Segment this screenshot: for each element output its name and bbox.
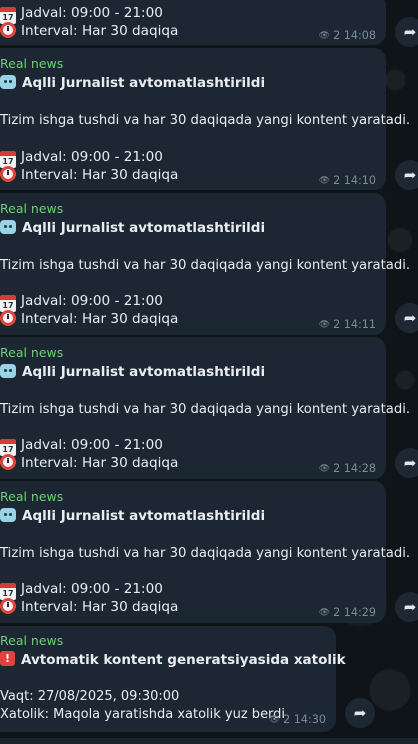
alarm-clock-icon	[0, 166, 16, 182]
schedule-line: 17 Jadval: 09:00 - 21:00	[0, 436, 163, 456]
eye-icon: 👁	[318, 320, 331, 330]
alert-icon	[0, 650, 15, 668]
alarm-clock-icon	[0, 598, 16, 614]
robot-icon	[0, 75, 16, 89]
message-meta: 👁 2 14:28	[319, 460, 376, 478]
eye-icon: 👁	[318, 608, 331, 618]
share-icon: ➦	[403, 598, 417, 616]
time-line: Vaqt: 27/08/2025, 09:30:00	[0, 689, 180, 704]
share-button[interactable]: ➦	[395, 303, 418, 333]
message-meta: 👁 2 14:10	[319, 172, 376, 190]
alarm-clock-icon	[0, 22, 16, 38]
robot-icon	[0, 220, 16, 234]
message-bubble[interactable]: Real news Aqlli Jurnalist avtomatlashtir…	[0, 193, 410, 335]
interval-line: Interval: Har 30 daqiqa	[0, 22, 178, 40]
interval-line: Interval: Har 30 daqiqa	[0, 454, 178, 472]
share-icon: ➦	[353, 704, 367, 722]
schedule-line: 17 Jadval: 09:00 - 21:00	[0, 580, 163, 600]
alarm-clock-icon	[0, 454, 16, 470]
message-body: Tizim ishga tushdi va har 30 daqiqada ya…	[0, 402, 411, 417]
interval-line: Interval: Har 30 daqiqa	[0, 598, 178, 616]
alarm-clock-icon	[0, 310, 16, 326]
bottom-bar	[0, 738, 418, 744]
sender-name[interactable]: Real news	[0, 488, 63, 506]
message-title: Aqlli Jurnalist avtomatlashtirildi	[0, 219, 265, 237]
share-icon: ➦	[403, 309, 417, 327]
message-bubble[interactable]: Real news Avtomatik kontent generatsiyas…	[0, 626, 346, 732]
eye-icon: 👁	[318, 31, 331, 41]
robot-icon	[0, 508, 16, 522]
share-icon: ➦	[403, 166, 417, 184]
message-meta: 👁 2 14:11	[319, 316, 376, 334]
message-title: Aqlli Jurnalist avtomatlashtirildi	[0, 507, 265, 525]
interval-line: Interval: Har 30 daqiqa	[0, 310, 178, 328]
message-meta: 👁 2 14:29	[319, 604, 376, 622]
share-icon: ➦	[403, 454, 417, 472]
error-line: Xatolik: Maqola yaratishda xatolik yuz b…	[0, 707, 286, 722]
schedule-line: 17 Jadval: 09:00 - 21:00	[0, 4, 163, 24]
robot-icon	[0, 364, 16, 378]
message-body: Tizim ishga tushdi va har 30 daqiqada ya…	[0, 113, 411, 128]
message-body: Tizim ishga tushdi va har 30 daqiqada ya…	[0, 546, 411, 561]
message-bubble[interactable]: 17 Jadval: 09:00 - 21:00 Interval: Har 30…	[0, 0, 386, 45]
message-body: Tizim ishga tushdi va har 30 daqiqada ya…	[0, 258, 411, 273]
message-title: Aqlli Jurnalist avtomatlashtirildi	[0, 74, 265, 92]
eye-icon: 👁	[268, 715, 281, 725]
message-title: Avtomatik kontent generatsiyasida xatoli…	[0, 650, 346, 669]
schedule-line: 17 Jadval: 09:00 - 21:00	[0, 148, 163, 168]
eye-icon: 👁	[318, 464, 331, 474]
message-bubble[interactable]: Real news Aqlli Jurnalist avtomatlashtir…	[0, 481, 410, 623]
share-button[interactable]: ➦	[395, 17, 418, 47]
sender-name[interactable]: Real news	[0, 200, 63, 218]
eye-icon: 👁	[318, 176, 331, 186]
share-button[interactable]: ➦	[395, 592, 418, 622]
sender-name[interactable]: Real news	[0, 55, 63, 73]
share-icon: ➦	[403, 23, 417, 41]
message-title: Aqlli Jurnalist avtomatlashtirildi	[0, 363, 265, 381]
message-meta: 👁 2 14:08	[319, 27, 376, 45]
interval-line: Interval: Har 30 daqiqa	[0, 166, 178, 184]
share-button[interactable]: ➦	[395, 448, 418, 478]
share-button[interactable]: ➦	[345, 698, 375, 728]
share-button[interactable]: ➦	[395, 160, 418, 190]
message-bubble[interactable]: Real news Aqlli Jurnalist avtomatlashtir…	[0, 48, 410, 190]
sender-name[interactable]: Real news	[0, 632, 63, 650]
message-bubble[interactable]: Real news Aqlli Jurnalist avtomatlashtir…	[0, 337, 410, 479]
schedule-line: 17 Jadval: 09:00 - 21:00	[0, 292, 163, 312]
sender-name[interactable]: Real news	[0, 344, 63, 362]
message-meta: 👁 2 14:30	[269, 711, 326, 729]
